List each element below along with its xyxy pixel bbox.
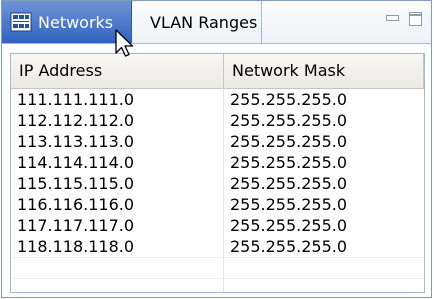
table-header: IP Address Network Mask	[11, 54, 424, 89]
network-mask-cell: 255.255.255.0	[230, 153, 348, 172]
column-header-ip-address[interactable]: IP Address	[11, 54, 224, 88]
table-row[interactable]: 116.116.116.0 255.255.255.0	[11, 194, 424, 215]
empty-cell	[11, 257, 224, 278]
table-row[interactable]: 113.113.113.0 255.255.255.0	[11, 131, 424, 152]
table-row[interactable]: 118.118.118.0 255.255.255.0	[11, 236, 424, 257]
network-mask-cell: 255.255.255.0	[230, 90, 348, 109]
empty-cell	[224, 257, 424, 278]
empty-cell	[11, 278, 224, 292]
tab-networks[interactable]: Networks	[2, 1, 132, 43]
table-row[interactable]: 114.114.114.0 255.255.255.0	[11, 152, 424, 173]
networks-table: IP Address Network Mask 111.111.111.0 25…	[10, 53, 425, 293]
ip-address-cell: 112.112.112.0	[11, 110, 224, 131]
table-row[interactable]: 117.117.117.0 255.255.255.0	[11, 215, 424, 236]
ip-address-cell: 118.118.118.0	[11, 236, 224, 257]
network-mask-cell: 255.255.255.0	[230, 195, 348, 214]
table-body: 111.111.111.0 255.255.255.0 112.112.112.…	[11, 89, 424, 292]
network-mask-cell: 255.255.255.0	[230, 132, 348, 151]
ip-address-cell: 117.117.117.0	[11, 215, 224, 236]
tab-vlan-ranges-label: VLAN Ranges	[150, 12, 258, 32]
column-header-network-mask[interactable]: Network Mask	[224, 54, 424, 88]
empty-table-row[interactable]	[11, 257, 424, 278]
ip-address-cell: 116.116.116.0	[11, 194, 224, 215]
table-row[interactable]: 112.112.112.0 255.255.255.0	[11, 110, 424, 131]
tab-bar: Networks VLAN Ranges	[2, 1, 431, 44]
ip-address-cell: 115.115.115.0	[11, 173, 224, 194]
network-mask-cell: 255.255.255.0	[230, 237, 348, 256]
maximize-icon[interactable]	[408, 11, 424, 27]
network-mask-cell: 255.255.255.0	[230, 216, 348, 235]
table-row[interactable]: 111.111.111.0 255.255.255.0	[11, 89, 424, 110]
ip-address-cell: 113.113.113.0	[11, 131, 224, 152]
minimize-icon[interactable]	[385, 11, 401, 27]
network-mask-cell: 255.255.255.0	[230, 174, 348, 193]
network-mask-cell: 255.255.255.0	[230, 111, 348, 130]
network-icon	[10, 11, 32, 33]
empty-cell	[224, 278, 424, 292]
tab-vlan-ranges[interactable]: VLAN Ranges	[140, 1, 262, 43]
empty-table-row[interactable]	[11, 278, 424, 292]
ip-address-cell: 111.111.111.0	[11, 89, 224, 110]
table-row[interactable]: 115.115.115.0 255.255.255.0	[11, 173, 424, 194]
networks-view-panel: Networks VLAN Ranges IP Address Network …	[1, 0, 432, 298]
ip-address-cell: 114.114.114.0	[11, 152, 224, 173]
tab-networks-label: Networks	[38, 12, 114, 32]
